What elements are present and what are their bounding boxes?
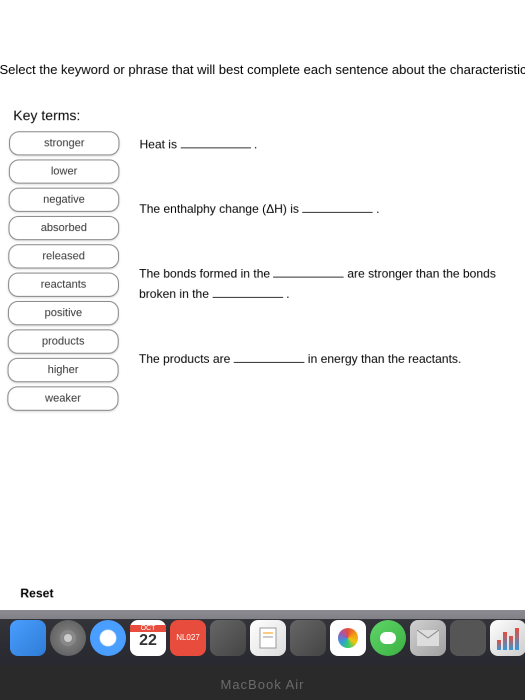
calendar-header: OCT — [130, 625, 166, 632]
blank-2[interactable] — [302, 201, 372, 213]
sentence-2: The enthalphy change (ΔH) is . — [139, 200, 516, 219]
pages-icon[interactable] — [250, 620, 286, 656]
mail-icon[interactable] — [410, 620, 446, 656]
launchpad-icon[interactable] — [50, 620, 86, 656]
term-products[interactable]: products — [8, 329, 119, 353]
sentence-3-text-a: The bonds formed in the — [139, 267, 273, 281]
calendar-icon[interactable]: OCT 22 — [130, 620, 166, 656]
key-terms-column: Key terms: stronger lower negative absor… — [7, 107, 139, 415]
appstore-icon[interactable] — [450, 620, 486, 656]
sentence-1-end: . — [251, 137, 258, 151]
sentence-1: Heat is . — [140, 135, 517, 154]
sentence-3-end: . — [283, 286, 290, 300]
term-reactants[interactable]: reactants — [8, 273, 119, 297]
tag-app-icon[interactable]: NL027 — [170, 620, 206, 656]
term-higher[interactable]: higher — [7, 358, 118, 382]
sentence-2-end: . — [373, 202, 380, 216]
music-bars-icon[interactable] — [490, 620, 525, 656]
macos-dock: OCT 22 NL027 — [0, 610, 525, 665]
finder-icon[interactable] — [10, 620, 46, 656]
blank-4[interactable] — [234, 350, 305, 362]
sentence-3: The bonds formed in the are stronger tha… — [139, 265, 517, 304]
sentence-4-text: The products are — [139, 351, 234, 365]
sentence-4: The products are in energy than the reac… — [139, 349, 518, 369]
blank-3b[interactable] — [212, 285, 283, 297]
sentence-2-text: The enthalphy change (ΔH) is — [139, 202, 302, 216]
safari-icon[interactable] — [90, 620, 126, 656]
term-lower[interactable]: lower — [9, 159, 120, 183]
blank-3a[interactable] — [273, 266, 344, 278]
sentences-column: Heat is . The enthalphy change (ΔH) is .… — [139, 107, 518, 415]
app-icon-1[interactable] — [210, 620, 246, 656]
term-positive[interactable]: positive — [8, 301, 119, 325]
sentence-1-text: Heat is — [140, 137, 181, 151]
sentence-4-end: in energy than the reactants. — [304, 351, 461, 365]
key-terms-title: Key terms: — [9, 107, 139, 123]
term-stronger[interactable]: stronger — [9, 131, 120, 155]
reset-button[interactable]: Reset — [20, 586, 53, 600]
term-released[interactable]: released — [8, 244, 119, 268]
term-weaker[interactable]: weaker — [7, 386, 118, 410]
photos-icon[interactable] — [330, 620, 366, 656]
messages-icon[interactable] — [370, 620, 406, 656]
app-icon-2[interactable] — [290, 620, 326, 656]
term-negative[interactable]: negative — [9, 188, 120, 212]
calendar-day: 22 — [139, 632, 157, 650]
blank-1[interactable] — [180, 136, 250, 148]
term-absorbed[interactable]: absorbed — [8, 216, 119, 240]
laptop-model-label: MacBook Air — [0, 677, 525, 692]
instruction-text: Select the keyword or phrase that will b… — [0, 12, 525, 107]
